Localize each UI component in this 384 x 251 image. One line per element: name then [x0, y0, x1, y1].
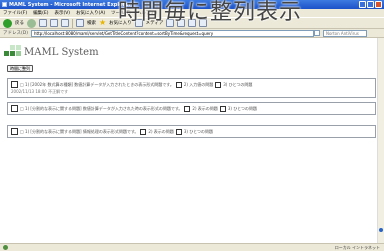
menu-view[interactable]: 表示(V) [54, 10, 70, 16]
option-label: 3) ひとつの問題 [183, 129, 213, 134]
option-checkbox[interactable] [140, 128, 147, 135]
option-label: 3) ひとつの問題 [227, 106, 257, 111]
menu-favorites[interactable]: お気に入り(A) [76, 10, 105, 16]
option-label: 3) ひとつの問題 [223, 82, 253, 87]
scroll-indicator-icon [379, 228, 383, 232]
forward-icon[interactable] [27, 18, 36, 28]
option-checkbox[interactable] [219, 105, 226, 112]
option-label: 2) 表示の問題 [148, 129, 174, 134]
minimize-button[interactable] [359, 1, 366, 8]
search-icon[interactable] [76, 19, 84, 27]
back-icon[interactable] [3, 18, 12, 28]
address-dropdown-icon[interactable] [313, 30, 320, 36]
page-status-icon [3, 245, 8, 250]
item-text: □ 1) [2002年 数式算の種類] 数値計算データが入力されたときの表示形式… [20, 82, 174, 87]
item-checkbox[interactable] [11, 105, 18, 112]
item-text: □ 1) [分割的な表示に関する問題] 情報処理の表示形式問題です。 [20, 129, 139, 134]
address-input[interactable]: http://localhost:8080/maml/servlet/GetTi… [30, 29, 314, 37]
page-content: MAML System 時間に整列 □ 1) [2002年 数式算の種類] 数値… [0, 38, 377, 243]
overlay-caption: 時間毎に整列表示 [118, 0, 303, 25]
option-checkbox[interactable] [175, 128, 182, 135]
status-bar: ローカル イントラネット [0, 243, 384, 251]
security-zone: ローカル イントラネット [334, 245, 380, 250]
item-checkbox[interactable] [11, 128, 18, 135]
question-item: □ 1) [2002年 数式算の種類] 数値計算データが入力されたときの表示形式… [7, 78, 376, 98]
menu-file[interactable]: ファイル(F) [3, 10, 27, 16]
close-button[interactable] [375, 1, 382, 8]
option-checkbox[interactable] [184, 105, 191, 112]
maml-logo-icon [4, 43, 22, 58]
option-checkbox[interactable] [175, 81, 182, 88]
item-meta: 2002/11/13 18:00 不正解です [11, 89, 69, 94]
maximize-button[interactable] [367, 1, 374, 8]
window-title: MAML System - Microsoft Internet Explore… [9, 1, 131, 8]
home-icon[interactable] [61, 19, 69, 27]
ie-app-icon [2, 2, 7, 7]
address-bar: アドレス(D) http://localhost:8080/maml/servl… [0, 29, 384, 38]
stop-icon[interactable] [39, 19, 47, 27]
refresh-icon[interactable] [50, 19, 58, 27]
item-checkbox[interactable] [11, 81, 18, 88]
app-name: MAML System [24, 47, 99, 58]
vertical-scrollbar[interactable] [377, 38, 384, 243]
back-label[interactable]: 戻る [15, 20, 24, 26]
option-label: 2) 表示の問題 [192, 106, 218, 111]
item-text: □ 1) [分割的な表示に関する問題] 数値計算データが入力された時の表示形式の… [20, 106, 183, 111]
sort-by-time-button[interactable]: 時間に整列 [7, 65, 33, 72]
window-controls [359, 1, 382, 8]
question-item: □ 1) [分割的な表示に関する問題] 数値計算データが入力された時の表示形式の… [7, 102, 376, 115]
question-item: □ 1) [分割的な表示に関する問題] 情報処理の表示形式問題です。 2) 表示… [7, 125, 376, 138]
option-label: 2) 入力値の問題 [183, 82, 214, 87]
toolbar-separator [72, 18, 73, 28]
address-label: アドレス(D) [3, 31, 28, 36]
norton-search-input[interactable]: Norton AntiVirus [322, 29, 367, 37]
option-checkbox[interactable] [215, 81, 222, 88]
menu-edit[interactable]: 編集(E) [33, 10, 48, 16]
search-label[interactable]: 検索 [87, 20, 96, 26]
favorites-icon[interactable]: ★ [99, 19, 106, 27]
